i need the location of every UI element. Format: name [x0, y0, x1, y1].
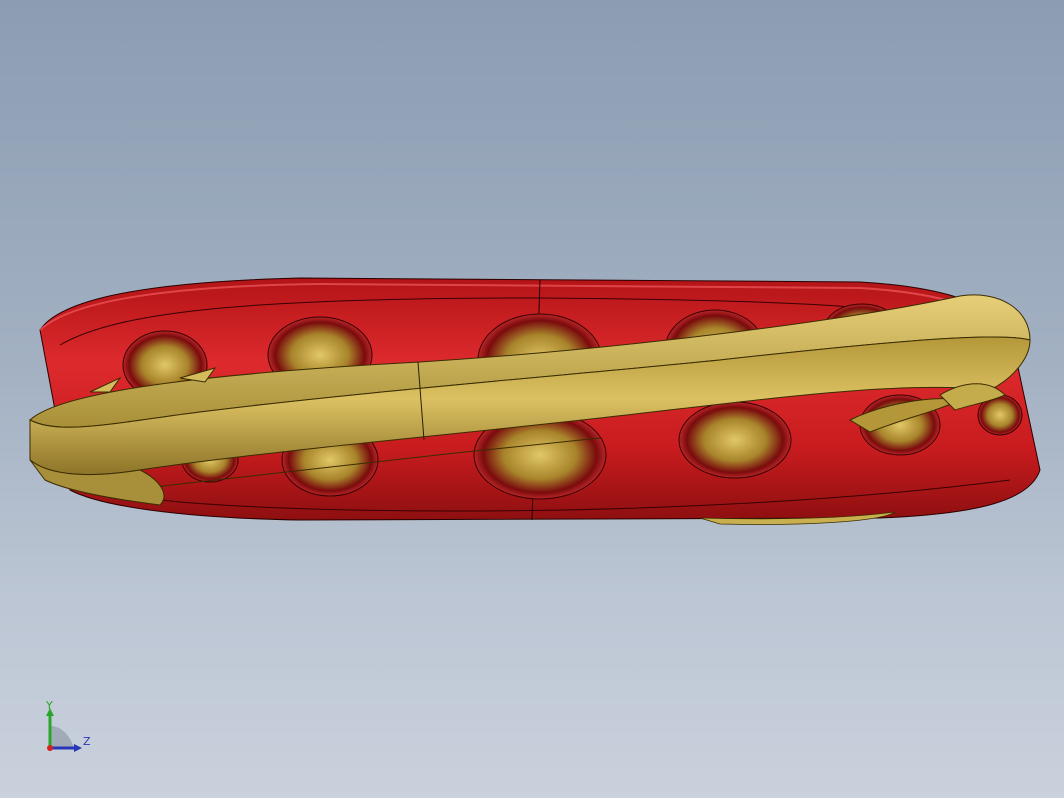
triad-z-label: Z — [83, 735, 91, 748]
cage-pocket-8 — [678, 401, 792, 479]
3d-model-bearing-assembly[interactable] — [0, 0, 1064, 798]
orientation-triad: Y Z — [36, 696, 106, 760]
graphics-viewport[interactable]: Y Z — [0, 0, 1064, 798]
triad-origin — [47, 745, 53, 751]
triad-y-label: Y — [46, 699, 53, 712]
triad-plane — [50, 726, 74, 748]
z-axis-arrowhead — [74, 744, 82, 752]
